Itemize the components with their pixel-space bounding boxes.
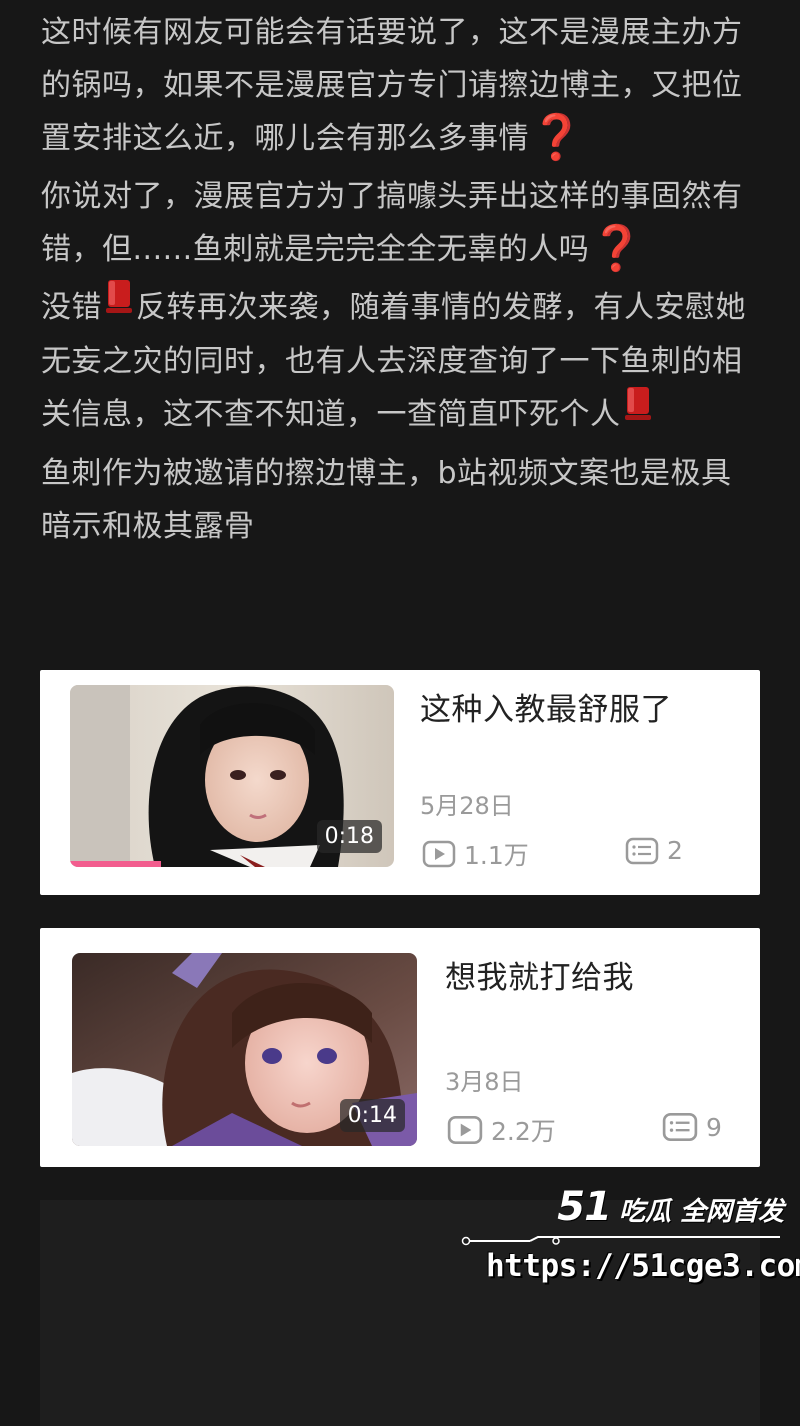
watermark-url: https://51cge3.com bbox=[486, 1248, 800, 1284]
red-cup-icon bbox=[102, 280, 136, 335]
watermark-logo: 51 bbox=[557, 1184, 612, 1230]
red-question-mark-icon: ❓ bbox=[589, 222, 645, 274]
views-count: 2.2万 bbox=[491, 1117, 556, 1146]
red-cup-icon bbox=[621, 387, 655, 442]
paragraph-text: 鱼刺作为被邀请的擦边博主，b站视频文案也是极具暗示和极其露骨 bbox=[41, 456, 732, 544]
comment-count-icon bbox=[662, 1112, 698, 1142]
article-paragraph: 没错 反转再次来袭，随着事情的发酵，有人安慰她无妄之灾的同时，也有人去深度查询了一… bbox=[41, 280, 761, 442]
watermark-tagline: 吃瓜 全网首发 bbox=[618, 1197, 784, 1227]
views-stat: 2.2万 bbox=[447, 1112, 556, 1148]
views-count: 1.1万 bbox=[464, 841, 529, 870]
video-thumbnail[interactable]: 0:18 bbox=[70, 685, 394, 867]
watch-progress-bar bbox=[70, 861, 161, 867]
video-duration: 0:14 bbox=[339, 1099, 405, 1132]
play-count-icon bbox=[447, 1115, 483, 1145]
article-body: 这时候有网友可能会有话要说了，这不是漫展主办方的锅吗，如果不是漫展官方专门请擦边… bbox=[41, 6, 761, 558]
comments-count: 9 bbox=[706, 1112, 722, 1142]
comments-stat: 2 bbox=[625, 836, 683, 865]
views-stat: 1.1万 bbox=[422, 836, 529, 872]
video-card[interactable]: 0:14 想我就打给我 3月8日 2.2万 9 bbox=[40, 928, 760, 1167]
video-thumbnail[interactable]: 0:14 bbox=[72, 953, 417, 1146]
site-watermark: 51 吃瓜 全网首发 https://51cge3.com bbox=[460, 1184, 800, 1294]
circuit-line-decoration bbox=[461, 1236, 780, 1246]
play-count-icon bbox=[422, 840, 456, 868]
video-date: 3月8日 bbox=[445, 1068, 524, 1096]
article-paragraph: 你说对了，漫展官方为了搞噱头弄出这样的事固然有错，但......鱼刺就是完完全全… bbox=[41, 170, 761, 276]
video-card[interactable]: 0:18 这种入教最舒服了 5月28日 1.1万 2 bbox=[40, 670, 760, 895]
comments-stat: 9 bbox=[662, 1112, 722, 1142]
video-title[interactable]: 想我就打给我 bbox=[445, 952, 634, 997]
article-paragraph: 这时候有网友可能会有话要说了，这不是漫展主办方的锅吗，如果不是漫展官方专门请擦边… bbox=[41, 6, 761, 165]
watermark-header: 51 吃瓜 全网首发 bbox=[557, 1184, 784, 1230]
article-paragraph: 鱼刺作为被邀请的擦边博主，b站视频文案也是极具暗示和极其露骨 bbox=[41, 447, 761, 553]
video-title[interactable]: 这种入教最舒服了 bbox=[420, 684, 672, 729]
comment-count-icon bbox=[625, 837, 659, 864]
video-duration: 0:18 bbox=[316, 820, 382, 853]
video-date: 5月28日 bbox=[420, 792, 514, 820]
comments-count: 2 bbox=[667, 836, 683, 865]
red-question-mark-icon: ❓ bbox=[529, 111, 585, 163]
paragraph-text: 这时候有网友可能会有话要说了，这不是漫展主办方的锅吗，如果不是漫展官方专门请擦边… bbox=[41, 15, 743, 156]
paragraph-text: 没错 bbox=[41, 290, 102, 325]
